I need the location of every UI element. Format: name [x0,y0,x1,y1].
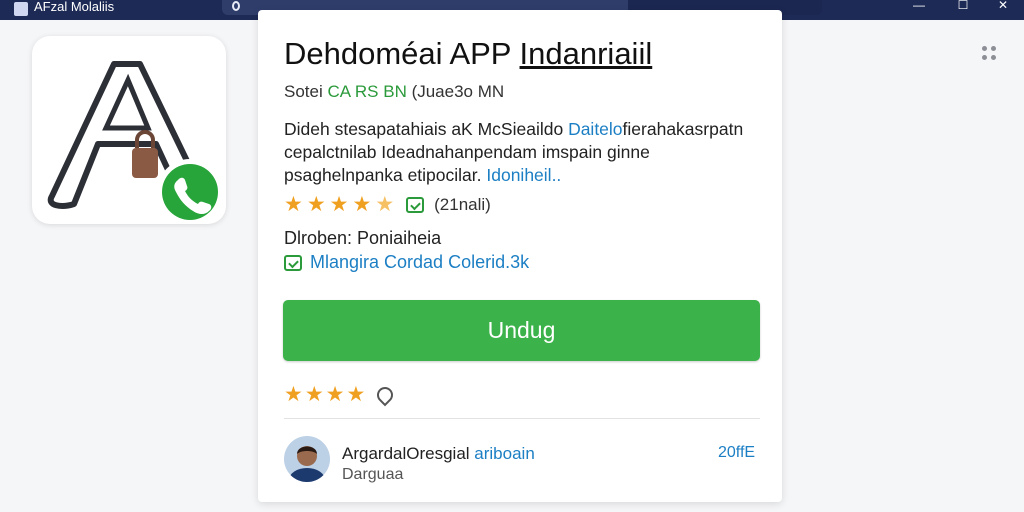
phone-badge-icon [162,164,218,220]
star-icon[interactable]: ★ [346,384,365,406]
checkmark-icon [406,197,425,213]
reviewer-link[interactable]: ariboain [474,444,535,463]
app-description: Dideh stesapatahiais aK McSieaildo Daite… [284,118,754,187]
rating-count: (21nali) [434,195,491,214]
minimize-button[interactable]: — [904,0,934,12]
checkbox-icon[interactable] [284,254,302,271]
person-icon [284,436,330,482]
star-icon: ★ [284,193,303,216]
review-date: 20ffE [718,444,756,461]
star-icon: ★ [352,193,372,216]
maximize-button[interactable]: ☐ [948,0,978,12]
divider [284,418,760,419]
lock-icon [132,148,158,178]
app-meta: Sotei CA RS BN (Juae3o MN [284,82,504,102]
app-title-link[interactable]: Indanriaiil [520,36,653,71]
description-text-1: Dideh stesapatahiais aK McSieaildo [284,119,569,139]
star-icon[interactable]: ★ [326,384,345,406]
star-half-icon: ★ [375,193,395,216]
window-app-icon [14,2,28,16]
search-icon[interactable] [232,1,240,11]
description-link-1[interactable]: Daitelo [568,119,622,139]
meta-highlight: CA RS BN [327,82,407,101]
star-icon: ★ [329,193,349,216]
app-title-main: Dehdoméai APP [284,36,520,71]
avatar[interactable] [284,436,330,482]
verified-link[interactable]: Mlangira Cordad Colerid.3k [310,252,529,273]
window-title: AFzal Molaliis [34,0,115,14]
close-button[interactable]: ✕ [988,0,1018,12]
meta-suffix: (Juae3o MN [406,82,505,101]
a-letter-logo-icon [47,61,223,225]
location-pin-icon[interactable] [373,383,397,407]
user-rating-row[interactable]: ★ ★ ★ ★ [284,384,397,407]
reviewer-name: ArgardalOresgial ariboain [342,444,535,464]
reviewer-name-text: ArgardalOresgial [342,444,475,463]
rating-row: ★ ★ ★ ★ ★ (21nali) [284,194,491,216]
reviewer-subtitle: Darguaa [342,466,404,483]
meta-prefix: Sotei [284,82,328,101]
star-icon[interactable]: ★ [284,384,303,406]
developer-label: Dlroben: Poniaiheia [284,228,442,248]
app-logo [32,36,226,225]
star-icon: ★ [306,193,326,216]
install-button[interactable]: Undug [283,300,760,361]
description-link-2[interactable]: Idoniheil.. [486,165,561,185]
verified-row: Mlangira Cordad Colerid.3k [284,252,529,273]
star-icon[interactable]: ★ [305,384,324,406]
app-title: Dehdoméai APP Indanriaiil [284,36,652,72]
four-dots-icon[interactable] [982,46,998,62]
